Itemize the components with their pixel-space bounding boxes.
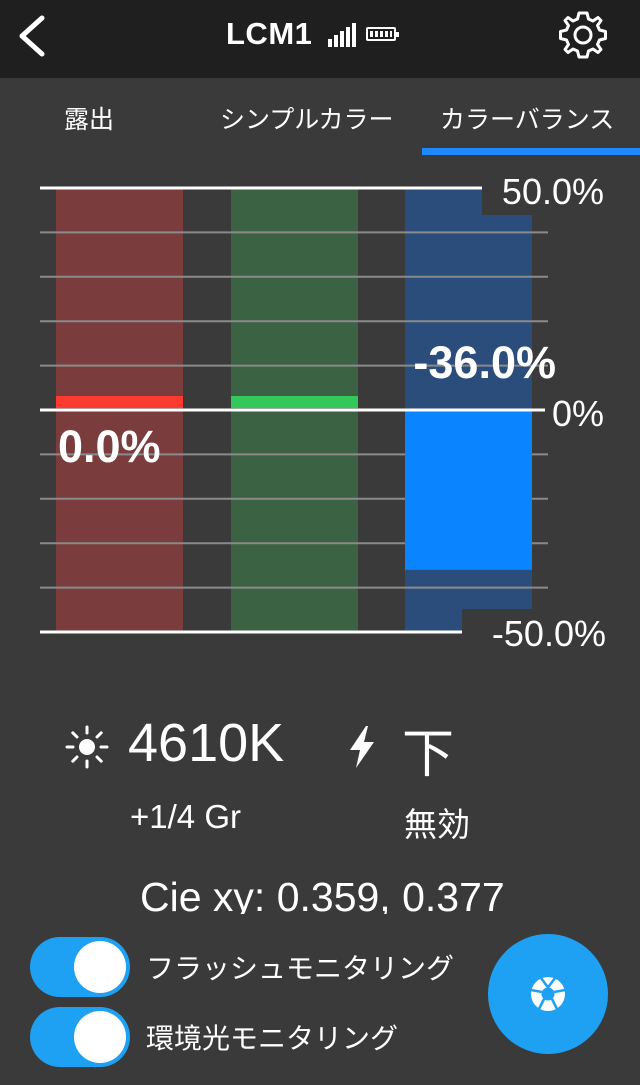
measure-button[interactable] [488,934,608,1054]
flash-state-value: 無効 [404,805,470,844]
tab-exposure[interactable]: 露出 [64,100,114,136]
gear-icon [559,11,607,59]
data-label-red: 0.0% [58,421,161,472]
bar-value-r [56,396,183,408]
flash-monitoring-toggle[interactable] [30,937,130,997]
device-title: LCM1 [226,16,313,51]
color-temperature-value: 4610K [128,713,285,773]
tab-bar: 露出 シンプルカラー カラーバランス [0,78,640,158]
data-label-blue: -36.0% [413,337,556,388]
flash-monitoring-label: フラッシュモニタリング [146,952,455,985]
battery-icon [366,27,400,41]
bar-value-g [231,396,358,408]
ambient-monitoring-row: 環境光モニタリング [30,1006,398,1068]
tab-simple-color[interactable]: シンプルカラー [220,100,394,136]
toggle-knob [74,1011,126,1063]
cie-xy-container: Cie xy: 0.359, 0.377 [0,874,640,914]
sun-icon [65,725,109,769]
active-tab-indicator [422,148,640,155]
tick-label-bottom: -50.0% [492,613,606,650]
bolt-icon [350,726,374,768]
header-bar: LCM1 [0,0,640,78]
tick-label-top: 50.0% [502,171,604,212]
cie-xy-value: Cie xy: 0.359, 0.377 [140,874,505,914]
signal-strength-icon [328,21,358,47]
tick-label-zero: 0% [552,393,604,434]
flash-direction-value: 下 [402,725,455,785]
tint-value: +1/4 Gr [130,798,241,835]
flash-monitoring-row: フラッシュモニタリング [30,936,454,998]
toggle-knob [74,941,126,993]
chevron-left-icon [19,15,45,57]
color-balance-chart: 50.0% 0% -50.0% 0.0% -36.0% [0,170,640,654]
tab-color-balance[interactable]: カラーバランス [440,100,614,136]
ambient-monitoring-toggle[interactable] [30,1007,130,1067]
device-title-group: LCM1 [226,14,400,54]
settings-button[interactable] [556,8,610,62]
back-button[interactable] [14,14,54,58]
shutter-icon [530,977,566,1011]
ambient-monitoring-label: 環境光モニタリング [146,1022,399,1055]
color-balance-chart-svg: 50.0% 0% -50.0% 0.0% -36.0% [40,171,608,654]
bar-value-b [405,410,532,570]
